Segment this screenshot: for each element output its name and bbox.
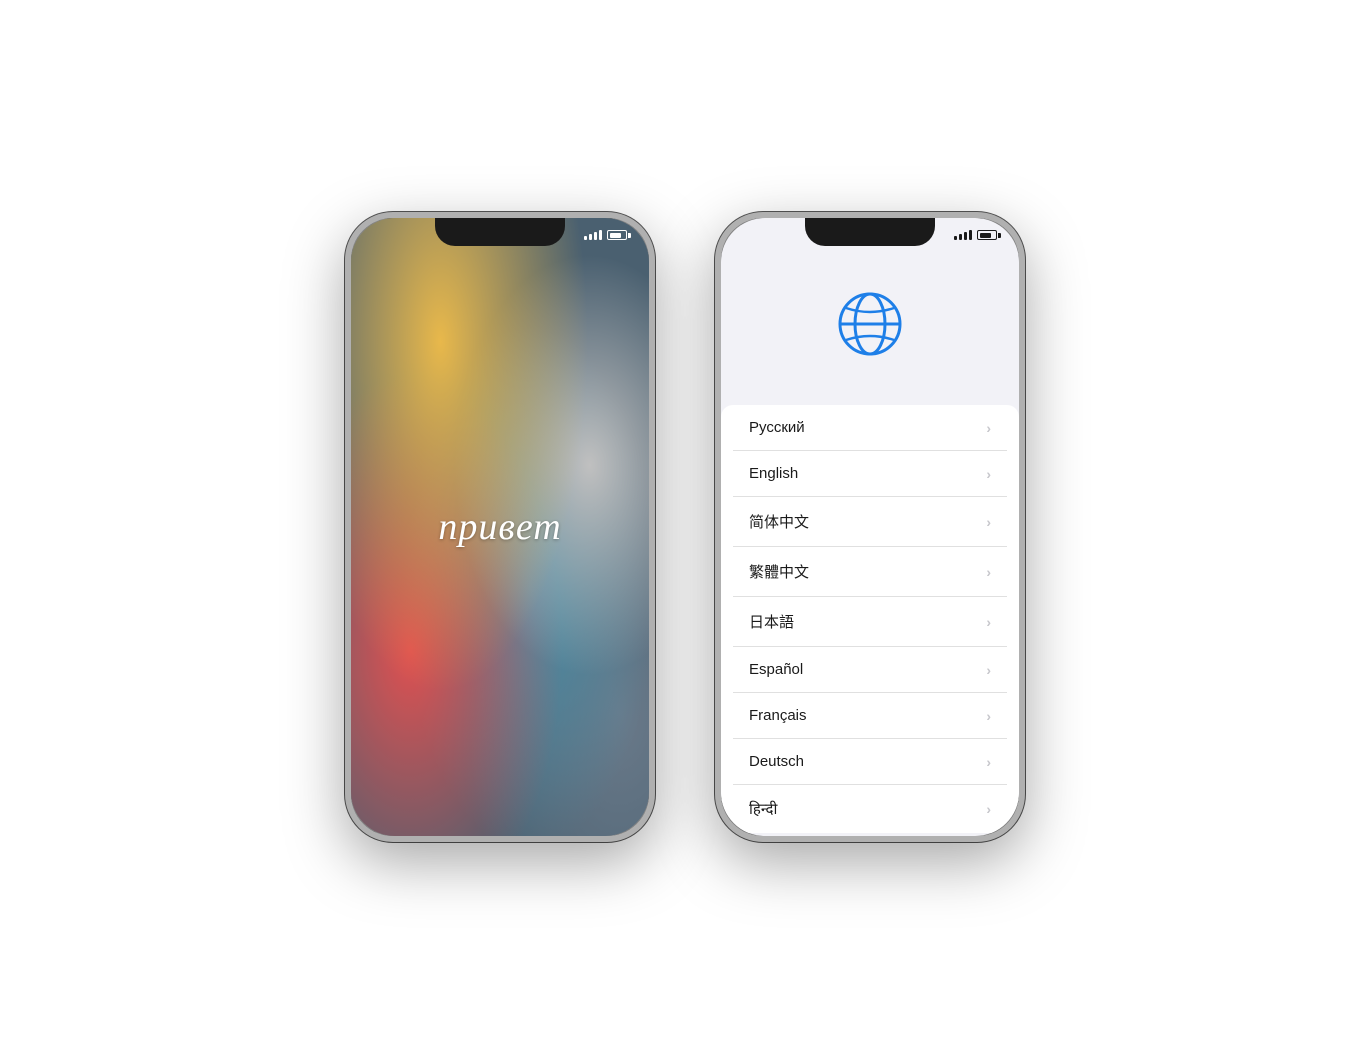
language-label-english: English xyxy=(749,465,798,482)
chevron-icon-french: › xyxy=(986,708,991,724)
language-item-simplified-chinese[interactable]: 简体中文 › xyxy=(733,497,1007,547)
chevron-icon-spanish: › xyxy=(986,662,991,678)
language-label-simplified-chinese: 简体中文 xyxy=(749,511,809,532)
right-phone: Русский›English›简体中文›繁體中文›日本語›Español›Fr… xyxy=(715,212,1025,842)
language-item-english[interactable]: English › xyxy=(733,451,1007,497)
globe-icon xyxy=(834,288,906,360)
language-item-hindi[interactable]: हिन्दी › xyxy=(733,785,1007,833)
language-label-japanese: 日本語 xyxy=(749,611,794,632)
language-item-japanese[interactable]: 日本語 › xyxy=(733,597,1007,647)
right-battery-icon xyxy=(977,230,1001,240)
greeting-text: привет xyxy=(438,505,561,549)
language-label-spanish: Español xyxy=(749,661,803,678)
language-label-traditional-chinese: 繁體中文 xyxy=(749,561,809,582)
language-label-hindi: हिन्दी xyxy=(749,799,777,819)
chevron-icon-traditional-chinese: › xyxy=(986,564,991,580)
language-label-russian: Русский xyxy=(749,419,805,436)
language-item-german[interactable]: Deutsch › xyxy=(733,739,1007,785)
chevron-icon-hindi: › xyxy=(986,801,991,817)
left-signal-icon xyxy=(584,230,602,240)
left-status-bar xyxy=(351,224,649,246)
chevron-icon-japanese: › xyxy=(986,614,991,630)
left-screen: привет xyxy=(351,218,649,836)
right-status-bar xyxy=(721,224,1019,246)
language-item-traditional-chinese[interactable]: 繁體中文 › xyxy=(733,547,1007,597)
language-item-spanish[interactable]: Español › xyxy=(733,647,1007,693)
left-phone: привет xyxy=(345,212,655,842)
right-screen: Русский›English›简体中文›繁體中文›日本語›Español›Fr… xyxy=(721,218,1019,836)
right-signal-icon xyxy=(954,230,972,240)
language-screen: Русский›English›简体中文›繁體中文›日本語›Español›Fr… xyxy=(721,218,1019,836)
chevron-icon-simplified-chinese: › xyxy=(986,514,991,530)
language-item-russian[interactable]: Русский › xyxy=(733,405,1007,451)
globe-icon-container xyxy=(834,288,906,365)
left-battery-icon xyxy=(607,230,631,240)
chevron-icon-german: › xyxy=(986,754,991,770)
language-label-french: Français xyxy=(749,707,807,724)
language-label-german: Deutsch xyxy=(749,753,804,770)
language-list: Русский›English›简体中文›繁體中文›日本語›Español›Fr… xyxy=(721,405,1019,833)
chevron-icon-english: › xyxy=(986,466,991,482)
chevron-icon-russian: › xyxy=(986,420,991,436)
language-item-french[interactable]: Français › xyxy=(733,693,1007,739)
